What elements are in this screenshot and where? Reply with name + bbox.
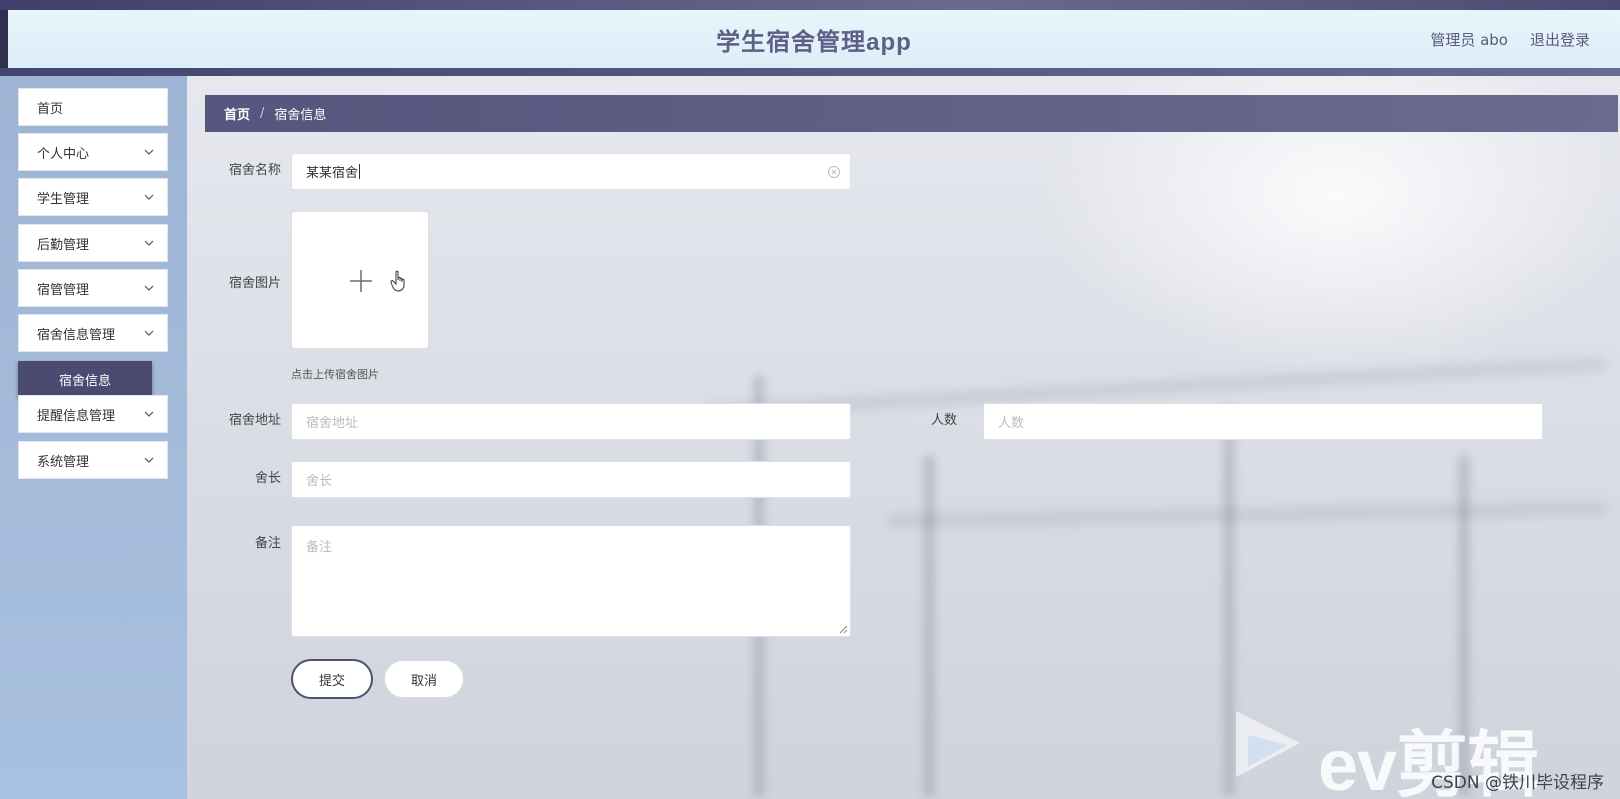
remark-label: 备注 <box>254 536 281 551</box>
sidebar-item-student-management[interactable]: 学生管理 <box>18 178 168 216</box>
dorm-name-input[interactable]: 某某宿舍 <box>291 153 851 190</box>
sidebar-item-label: 提醒信息管理 <box>37 408 116 424</box>
hand-cursor-icon <box>390 270 405 292</box>
user-label: 管理员 abo <box>1430 30 1508 49</box>
people-count-placeholder: 人数 <box>998 416 1025 431</box>
submit-button[interactable]: 提交 <box>291 659 373 699</box>
background-pole <box>922 456 936 796</box>
image-upload-box[interactable] <box>291 211 429 349</box>
dorm-address-label: 宿舍地址 <box>228 413 281 428</box>
csdn-credit: CSDN @铁川毕设程序 <box>1431 773 1604 793</box>
logout-link[interactable]: 退出登录 <box>1530 29 1590 50</box>
chevron-down-icon <box>144 330 154 336</box>
breadcrumb-home[interactable]: 首页 <box>224 104 250 123</box>
remark-textarea[interactable]: 备注 <box>291 525 851 637</box>
sidebar-item-logistics-management[interactable]: 后勤管理 <box>18 224 168 262</box>
sidebar-item-personal-center[interactable]: 个人中心 <box>18 133 168 171</box>
chevron-down-icon <box>144 149 154 155</box>
dorm-address-placeholder: 宿舍地址 <box>306 416 359 431</box>
sidebar-item-home[interactable]: 首页 <box>18 88 168 126</box>
sidebar-item-label: 首页 <box>37 101 64 117</box>
chevron-down-icon <box>144 194 154 200</box>
sidebar-item-dorm-manager-management[interactable]: 宿管管理 <box>18 269 168 307</box>
main-content: 首页 / 宿舍信息 宿舍名称 某某宿舍 宿舍图片 点击上传宿舍图片 宿舍地址 宿… <box>187 76 1620 799</box>
chevron-down-icon <box>144 240 154 246</box>
sidebar-item-system-management[interactable]: 系统管理 <box>18 441 168 479</box>
chevron-down-icon <box>144 457 154 463</box>
chevron-down-icon <box>144 285 154 291</box>
app-title: 学生宿舍管理app <box>716 28 912 56</box>
plus-icon <box>350 270 372 292</box>
sidebar-item-dorm-info-management[interactable]: 宿舍信息管理 <box>18 314 168 352</box>
sidebar-item-label: 宿舍信息管理 <box>37 327 116 343</box>
chevron-down-icon <box>144 411 154 417</box>
breadcrumb: 首页 / 宿舍信息 <box>205 95 1618 132</box>
background-wire <box>886 503 1607 526</box>
dorm-image-label: 宿舍图片 <box>228 276 281 291</box>
sidebar-item-label: 后勤管理 <box>37 237 90 253</box>
dorm-leader-input[interactable]: 舍长 <box>291 461 851 498</box>
sidebar-subitem-dorm-info[interactable]: 宿舍信息 <box>18 361 152 398</box>
dorm-name-label: 宿舍名称 <box>228 163 281 178</box>
app-header: 学生宿舍管理app 管理员 abo 退出登录 <box>8 10 1620 68</box>
clear-icon[interactable] <box>827 165 841 179</box>
sidebar-item-reminder-management[interactable]: 提醒信息管理 <box>18 395 168 433</box>
ev-logo-icon <box>1236 711 1300 777</box>
header-divider <box>0 68 1620 76</box>
text-caret <box>359 164 361 179</box>
people-count-label: 人数 <box>930 413 957 428</box>
resize-grip-icon[interactable] <box>839 625 848 634</box>
sidebar-item-label: 个人中心 <box>37 146 90 162</box>
dorm-name-value: 某某宿舍 <box>306 166 359 181</box>
dorm-leader-label: 舍长 <box>254 471 281 486</box>
breadcrumb-current: 宿舍信息 <box>274 108 327 123</box>
cancel-button[interactable]: 取消 <box>383 659 465 699</box>
upload-tip: 点击上传宿舍图片 <box>291 368 379 381</box>
sidebar: 首页 个人中心 学生管理 后勤管理 宿管管理 宿舍信息管理 宿舍信息 提醒信息管… <box>0 76 187 799</box>
sidebar-item-label: 学生管理 <box>37 191 90 207</box>
top-strip <box>0 0 1620 10</box>
dorm-address-input[interactable]: 宿舍地址 <box>291 403 851 440</box>
remark-placeholder: 备注 <box>306 540 333 555</box>
sidebar-item-label: 系统管理 <box>37 454 90 470</box>
dorm-leader-placeholder: 舍长 <box>306 474 333 489</box>
header-user-area: 管理员 abo 退出登录 <box>1430 10 1590 68</box>
sidebar-item-label: 宿管管理 <box>37 282 90 298</box>
people-count-input[interactable]: 人数 <box>983 403 1543 440</box>
breadcrumb-separator: / <box>260 106 265 121</box>
